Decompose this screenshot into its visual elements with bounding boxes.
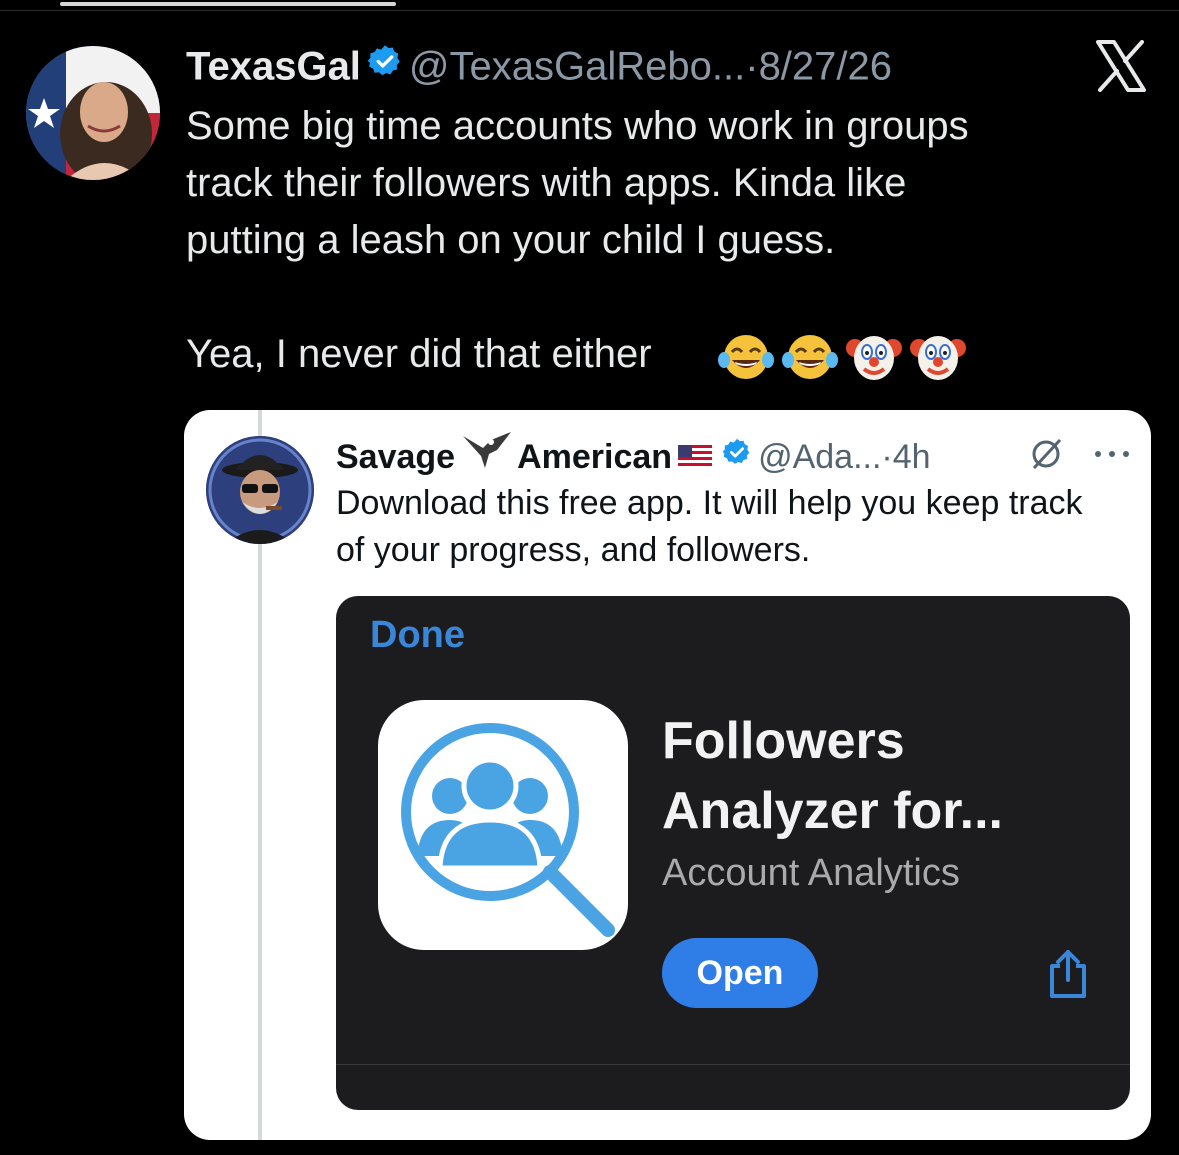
emoji-row xyxy=(718,332,966,382)
verified-badge-icon xyxy=(367,40,403,92)
quoted-author-handle[interactable]: @Ada... xyxy=(758,438,881,476)
quoted-header-separator: · xyxy=(881,437,893,476)
verified-badge-icon xyxy=(722,433,752,479)
quoted-author-first-name[interactable]: Savage xyxy=(336,438,455,476)
quoted-post-text: Download this free app. It will help you… xyxy=(336,484,1083,569)
post-text: Some big time accounts who work in group… xyxy=(186,104,969,376)
grok-icon[interactable] xyxy=(1026,434,1066,474)
post-date[interactable]: 8/27/26 xyxy=(759,45,892,89)
top-bar xyxy=(0,0,1179,11)
quoted-author-last-name[interactable]: American xyxy=(517,438,672,476)
app-subtitle: Account Analytics xyxy=(662,852,960,894)
us-flag-icon xyxy=(678,433,713,479)
more-options-icon[interactable] xyxy=(1092,448,1132,460)
sheet-divider xyxy=(336,1064,1130,1065)
app-icon[interactable] xyxy=(378,700,628,950)
app-store-sheet: Done Followers Analyzer for... Account A… xyxy=(336,596,1130,1110)
clown-face-icon xyxy=(846,336,902,380)
author-name[interactable]: TexasGal xyxy=(186,45,361,89)
quoted-post-time[interactable]: 4h xyxy=(893,438,931,476)
scroll-indicator xyxy=(60,2,396,6)
quoted-post-card[interactable]: Savage American @Ada...·4h Download this f… xyxy=(184,410,1151,1140)
open-button[interactable]: Open xyxy=(662,938,818,1008)
author-avatar[interactable] xyxy=(26,46,160,180)
app-title: Followers Analyzer for... xyxy=(662,712,1003,840)
tears-of-joy-icon xyxy=(782,335,838,379)
author-handle[interactable]: @TexasGalRebo... xyxy=(409,45,745,89)
quoted-post-actions xyxy=(1026,434,1132,474)
tears-of-joy-icon xyxy=(718,335,774,379)
share-icon[interactable] xyxy=(1046,948,1090,1000)
done-button[interactable]: Done xyxy=(370,614,465,657)
post-header: TexasGal @TexasGalRebo...·8/27/26 xyxy=(186,40,892,98)
quoted-author-avatar[interactable] xyxy=(206,436,314,544)
header-separator: · xyxy=(745,44,759,89)
clown-face-icon xyxy=(910,336,966,380)
x-logo-icon xyxy=(1096,40,1146,92)
eagle-icon xyxy=(461,430,513,482)
